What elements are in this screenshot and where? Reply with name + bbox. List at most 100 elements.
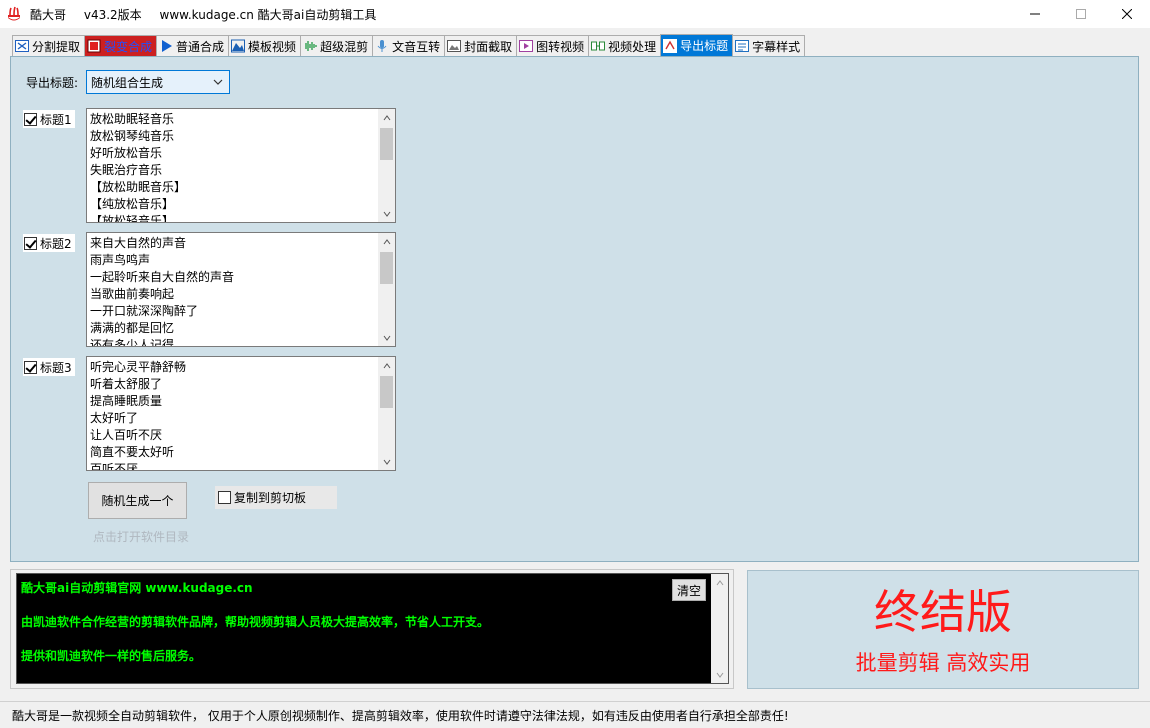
list-item[interactable]: 来自大自然的声音 bbox=[90, 235, 375, 252]
vertical-scrollbar[interactable] bbox=[378, 357, 395, 470]
list-item[interactable]: 雨声鸟鸣声 bbox=[90, 252, 375, 269]
scroll-down-button[interactable] bbox=[711, 666, 728, 683]
copy-to-clipboard-label: 复制到剪切板 bbox=[234, 491, 307, 505]
checkbox-checked-icon bbox=[24, 360, 37, 374]
list-item[interactable]: 太好听了 bbox=[90, 410, 375, 427]
list-item[interactable]: 【纯放松音乐】 bbox=[90, 196, 375, 213]
title3-checkbox[interactable]: 标题3 bbox=[23, 358, 75, 376]
checkbox-checked-icon bbox=[24, 112, 37, 126]
scroll-thumb[interactable] bbox=[380, 252, 393, 284]
tab-fission-compose[interactable]: 裂变合成 bbox=[84, 35, 158, 56]
scroll-down-button[interactable] bbox=[378, 453, 395, 470]
chevron-down-icon bbox=[383, 211, 390, 217]
chevron-up-icon bbox=[383, 362, 390, 368]
copy-to-clipboard-checkbox[interactable]: 复制到剪切板 bbox=[215, 486, 337, 509]
title1-checkbox[interactable]: 标题1 bbox=[23, 110, 75, 128]
log-line: 提供和凯迪软件一样的售后服务。 bbox=[21, 649, 202, 663]
title3-items: 听完心灵平静舒畅 听着太舒服了 提高睡眠质量 太好听了 让人百听不厌 简直不要太… bbox=[90, 359, 375, 470]
video-process-icon bbox=[591, 41, 606, 51]
list-item[interactable]: 简直不要太好听 bbox=[90, 444, 375, 461]
title1-items: 放松助眠轻音乐 放松钢琴纯音乐 好听放松音乐 失眠治疗音乐 【放松助眠音乐】 【… bbox=[90, 111, 375, 222]
scroll-up-button[interactable] bbox=[378, 233, 395, 250]
vertical-scrollbar[interactable] bbox=[378, 233, 395, 346]
checkbox-checked-icon bbox=[24, 236, 37, 250]
title1-label: 标题1 bbox=[40, 112, 72, 127]
scroll-thumb[interactable] bbox=[380, 128, 393, 160]
scroll-up-button[interactable] bbox=[378, 109, 395, 126]
title2-label: 标题2 bbox=[40, 236, 72, 251]
log-lines: 酷大哥ai自动剪辑官网 www.kudage.cn 由凯迪软件合作经营的剪辑软件… bbox=[21, 580, 489, 665]
list-item[interactable]: 满满的都是回忆 bbox=[90, 320, 375, 337]
log-console[interactable]: 酷大哥ai自动剪辑官网 www.kudage.cn 由凯迪软件合作经营的剪辑软件… bbox=[16, 573, 729, 684]
list-item[interactable]: 【放松轻音乐】 bbox=[90, 213, 375, 222]
tab-image-to-video[interactable]: 图转视频 bbox=[516, 35, 590, 56]
tab-template-video[interactable]: 模板视频 bbox=[228, 35, 302, 56]
list-item[interactable]: 提高睡眠质量 bbox=[90, 393, 375, 410]
scroll-down-button[interactable] bbox=[378, 205, 395, 222]
list-item[interactable]: 好听放松音乐 bbox=[90, 145, 375, 162]
subtitle-icon bbox=[735, 40, 750, 52]
export-mode-value: 随机组合生成 bbox=[91, 75, 164, 90]
tab-label: 分割提取 bbox=[32, 39, 81, 54]
export-title-icon bbox=[663, 38, 678, 53]
log-line: 酷大哥ai自动剪辑官网 www.kudage.cn bbox=[21, 581, 253, 595]
list-item[interactable]: 听着太舒服了 bbox=[90, 376, 375, 393]
minimize-icon bbox=[1030, 13, 1040, 15]
maximize-icon bbox=[1076, 9, 1086, 19]
log-scrollbar[interactable] bbox=[711, 574, 728, 683]
list-item[interactable]: 当歌曲前奏响起 bbox=[90, 286, 375, 303]
list-item[interactable]: 听完心灵平静舒畅 bbox=[90, 359, 375, 376]
fission-icon bbox=[87, 39, 101, 53]
list-item[interactable]: 一起聆听来自大自然的声音 bbox=[90, 269, 375, 286]
list-item[interactable]: 【放松助眠音乐】 bbox=[90, 179, 375, 196]
tab-split-extract[interactable]: 分割提取 bbox=[12, 35, 86, 56]
app-site: www.kudage.cn 酷大哥ai自动剪辑工具 bbox=[159, 7, 377, 22]
scroll-up-button[interactable] bbox=[378, 357, 395, 374]
vertical-scrollbar[interactable] bbox=[378, 109, 395, 222]
scroll-down-button[interactable] bbox=[378, 329, 395, 346]
tab-video-process[interactable]: 视频处理 bbox=[588, 35, 662, 56]
title1-listbox[interactable]: 放松助眠轻音乐 放松钢琴纯音乐 好听放松音乐 失眠治疗音乐 【放松助眠音乐】 【… bbox=[86, 108, 396, 223]
tab-normal-compose[interactable]: 普通合成 bbox=[156, 35, 230, 56]
clear-log-button[interactable]: 清空 bbox=[672, 579, 706, 601]
window-title: 酷大哥 v43.2版本 www.kudage.cn 酷大哥ai自动剪辑工具 bbox=[30, 6, 390, 23]
export-mode-select[interactable]: 随机组合生成 bbox=[86, 70, 230, 94]
list-item[interactable]: 放松助眠轻音乐 bbox=[90, 111, 375, 128]
list-item[interactable]: 放松钢琴纯音乐 bbox=[90, 128, 375, 145]
title2-items: 来自大自然的声音 雨声鸟鸣声 一起聆听来自大自然的声音 当歌曲前奏响起 一开口就… bbox=[90, 235, 375, 346]
image-icon bbox=[447, 40, 462, 52]
export-title-label: 导出标题: bbox=[26, 76, 79, 90]
log-panel: 酷大哥ai自动剪辑官网 www.kudage.cn 由凯迪软件合作经营的剪辑软件… bbox=[10, 569, 734, 689]
tab-label: 图转视频 bbox=[536, 39, 585, 54]
tab-label: 导出标题 bbox=[680, 39, 729, 53]
tab-subtitle-style[interactable]: 字幕样式 bbox=[732, 35, 806, 56]
microphone-icon bbox=[377, 40, 387, 52]
tab-export-title[interactable]: 导出标题 bbox=[660, 34, 734, 56]
maximize-button[interactable] bbox=[1058, 0, 1104, 28]
tab-super-mix[interactable]: 超级混剪 bbox=[300, 35, 374, 56]
list-item[interactable]: 让人百听不厌 bbox=[90, 427, 375, 444]
title-bar[interactable]: 酷大哥 v43.2版本 www.kudage.cn 酷大哥ai自动剪辑工具 bbox=[0, 0, 1150, 28]
tab-label: 字幕样式 bbox=[752, 39, 801, 54]
app-logo-icon bbox=[8, 6, 20, 21]
list-item[interactable]: 还有多少人记得 bbox=[90, 337, 375, 346]
title3-listbox[interactable]: 听完心灵平静舒畅 听着太舒服了 提高睡眠质量 太好听了 让人百听不厌 简直不要太… bbox=[86, 356, 396, 471]
scroll-up-button[interactable] bbox=[711, 574, 728, 591]
open-software-dir-link[interactable]: 点击打开软件目录 bbox=[93, 528, 189, 545]
chevron-down-icon bbox=[383, 459, 390, 465]
minimize-button[interactable] bbox=[1012, 0, 1058, 28]
list-item[interactable]: 一开口就深深陶醉了 bbox=[90, 303, 375, 320]
chevron-up-icon bbox=[383, 238, 390, 244]
app-window: 酷大哥 v43.2版本 www.kudage.cn 酷大哥ai自动剪辑工具 分割… bbox=[0, 0, 1150, 728]
generate-random-button[interactable]: 随机生成一个 bbox=[88, 482, 187, 519]
tab-cover-capture[interactable]: 封面截取 bbox=[444, 35, 518, 56]
tab-text-audio[interactable]: 文音互转 bbox=[372, 35, 446, 56]
close-button[interactable] bbox=[1104, 0, 1150, 28]
title2-checkbox[interactable]: 标题2 bbox=[23, 234, 75, 252]
tab-label: 普通合成 bbox=[176, 39, 225, 54]
list-item[interactable]: 失眠治疗音乐 bbox=[90, 162, 375, 179]
list-item[interactable]: 百听不厌 bbox=[90, 461, 375, 470]
tab-label: 模板视频 bbox=[248, 39, 297, 54]
title2-listbox[interactable]: 来自大自然的声音 雨声鸟鸣声 一起聆听来自大自然的声音 当歌曲前奏响起 一开口就… bbox=[86, 232, 396, 347]
scroll-thumb[interactable] bbox=[380, 376, 393, 408]
